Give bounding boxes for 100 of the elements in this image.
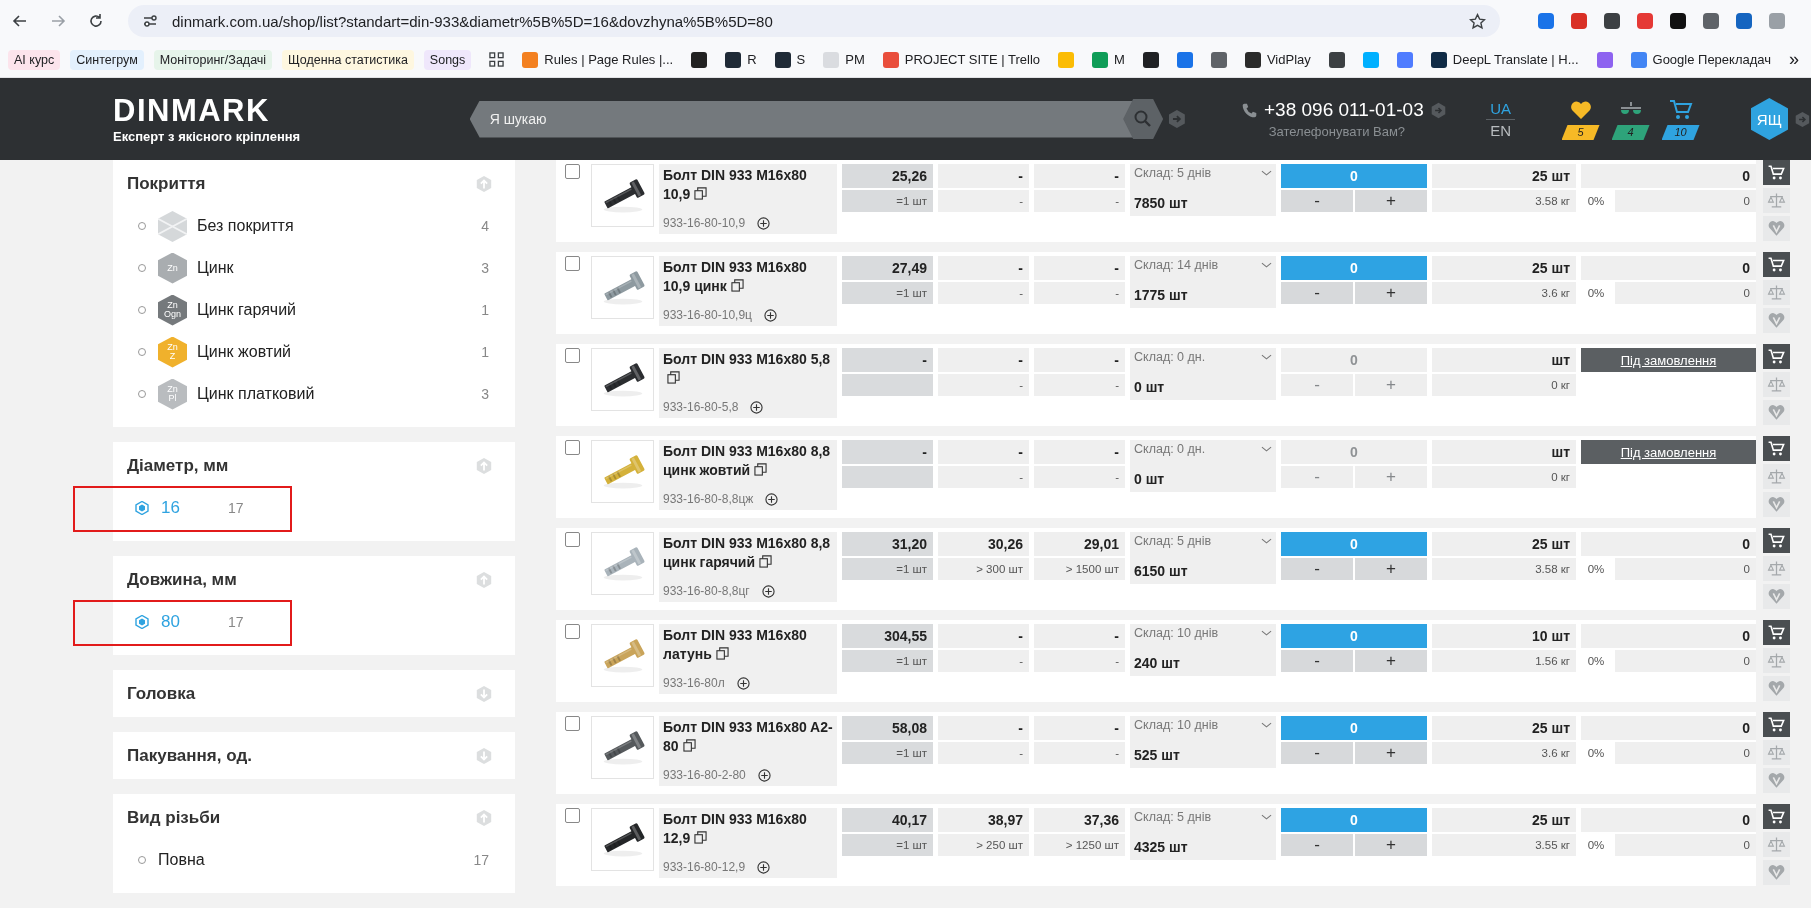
callback-link[interactable]: Зателефонувати Вам? (1268, 124, 1406, 139)
filter-title[interactable]: Пакування, од. (127, 746, 252, 766)
filter-title[interactable]: Покриття (127, 174, 206, 194)
price-cell: 37,36 (1034, 808, 1125, 832)
bookmark[interactable]: Rules | Page Rules |... (522, 51, 674, 68)
option-count: 17 (227, 614, 244, 630)
language-option[interactable]: UA (1486, 97, 1516, 120)
increase-button[interactable]: + (1355, 282, 1427, 304)
warehouse-label[interactable]: Склад: 5 днів (1134, 166, 1212, 180)
option-count: 17 (227, 500, 244, 516)
decrease-button[interactable]: - (1281, 834, 1353, 856)
search-field[interactable]: Я шукаю (469, 100, 1134, 138)
product-code: 933-16-80-10,9ц (663, 308, 752, 322)
phone-number[interactable]: +38 096 011-01-03 (1264, 99, 1424, 121)
bookmark-chip[interactable]: AI курс (8, 49, 61, 70)
warehouse-label[interactable]: Склад: 0 дн. (1134, 350, 1206, 364)
filter-option[interactable]: Цинк платковий (197, 385, 315, 403)
filter-option[interactable]: Повна (158, 851, 205, 869)
bookmark[interactable]: Google Перекладач (1630, 51, 1772, 68)
product-name-link[interactable]: Болт DIN 933 M16x80 10,9 цинк (663, 258, 833, 296)
increase-button[interactable]: + (1355, 558, 1427, 580)
pack-weight-cell: 1.56 кг (1432, 650, 1576, 672)
bookmark-chip[interactable]: Синтегрум (70, 49, 144, 70)
product-name-link[interactable]: Болт DIN 933 M16x80 5,8 (663, 350, 833, 388)
decrease-button[interactable]: - (1281, 282, 1353, 304)
stock-quantity: 4325 шт (1134, 839, 1189, 857)
total-cell: 0 (1581, 808, 1756, 832)
total-cell: 0 (1581, 256, 1756, 280)
product-name-link[interactable]: Болт DIN 933 M16x80 латунь (663, 626, 833, 664)
increase-button[interactable]: + (1355, 190, 1427, 212)
stock-quantity: 525 шт (1134, 747, 1181, 765)
tier-quantity-cell: - (1034, 466, 1125, 488)
tier-quantity-cell: - (1034, 282, 1125, 304)
warehouse-label[interactable]: Склад: 10 днів (1134, 626, 1219, 640)
tier-quantity-cell: =1 шт (842, 834, 933, 856)
filter-title[interactable]: Вид різьби (127, 808, 221, 828)
filter-title[interactable]: Головка (127, 684, 196, 704)
warehouse-label[interactable]: Склад: 14 днів (1134, 258, 1219, 272)
decrease-button[interactable]: - (1281, 650, 1353, 672)
pack-size-cell: 25 шт (1432, 256, 1576, 280)
address-bar[interactable]: dinmark.com.ua/shop/list?standart=din-933&diametr%5B%5D=16&dovzhyna%5B%5D=80 (128, 5, 1500, 37)
filter-option[interactable]: Без покриття (197, 217, 294, 235)
price-cell: - (938, 164, 1029, 188)
pre-order-button[interactable]: Під замовлення (1581, 348, 1756, 372)
price-cell: - (842, 440, 933, 464)
price-cell: - (1034, 440, 1125, 464)
stock-quantity: 7850 шт (1134, 195, 1189, 213)
bookmark[interactable]: PROJECT SITE | Trello (882, 51, 1041, 68)
option-count: 1 (481, 344, 489, 360)
price-cell: - (938, 348, 1029, 372)
product-name-link[interactable]: Болт DIN 933 M16x80 A2-80 (663, 718, 833, 756)
decrease-button[interactable]: - (1281, 742, 1353, 764)
decrease-button[interactable]: - (1281, 190, 1353, 212)
pack-size-cell: 25 шт (1432, 532, 1576, 556)
filter-option[interactable]: Цинк гарячий (197, 301, 297, 319)
tier-quantity-cell: - (1034, 374, 1125, 396)
bookmark-chip[interactable]: Моніторинг/Задачі (153, 49, 273, 70)
filter-option[interactable]: Цинк (197, 259, 234, 277)
tier-quantity-cell: > 1250 шт (1034, 834, 1125, 856)
language-option[interactable]: EN (1486, 119, 1516, 141)
increase-button[interactable]: + (1355, 650, 1427, 672)
bookmark-chip[interactable]: Songs (423, 49, 472, 70)
count-badge: 10 (1661, 125, 1700, 140)
bookmark[interactable]: M (1092, 51, 1125, 68)
bookmark-chip[interactable]: Щоденна статистика (282, 49, 414, 70)
increase-button[interactable]: + (1355, 742, 1427, 764)
product-name-link[interactable]: Болт DIN 933 M16x80 8,8 цинк жовтий (663, 442, 833, 480)
bookmark[interactable]: S (774, 51, 806, 68)
price-cell: 29,01 (1034, 532, 1125, 556)
product-code: 933-16-80-8,8цг (663, 584, 750, 598)
count-badge: 5 (1561, 125, 1600, 140)
bookmark[interactable]: VidPlay (1244, 51, 1311, 68)
tier-quantity-cell: - (938, 650, 1029, 672)
filter-title[interactable]: Діаметр, мм (127, 456, 229, 476)
pre-order-button[interactable]: Під замовлення (1581, 440, 1756, 464)
bookmark[interactable]: R (725, 51, 757, 68)
decrease-button[interactable]: - (1281, 558, 1353, 580)
filter-title[interactable]: Довжина, мм (127, 570, 237, 590)
filter-option[interactable]: Цинк жовтий (197, 343, 291, 361)
tier-quantity-cell: > 250 шт (938, 834, 1029, 856)
coating-badge: Zn (158, 252, 187, 284)
increase-button[interactable]: + (1355, 834, 1427, 856)
tier-quantity-cell: =1 шт (842, 742, 933, 764)
pack-weight-cell: 3.6 кг (1432, 742, 1576, 764)
product-name-link[interactable]: Болт DIN 933 M16x80 10,9 (663, 166, 833, 204)
pack-size-cell: шт (1432, 440, 1576, 464)
warehouse-label[interactable]: Склад: 5 днів (1134, 810, 1212, 824)
product-name-link[interactable]: Болт DIN 933 M16x80 12,9 (663, 810, 833, 848)
pack-size-cell: шт (1432, 348, 1576, 372)
product-name-link[interactable]: Болт DIN 933 M16x80 8,8 цинк гарячий (663, 534, 833, 572)
bookmark[interactable]: DeepL Translate | H... (1430, 51, 1579, 68)
more-bookmarks-button[interactable]: » (1789, 49, 1800, 70)
bookmark[interactable]: PM (823, 51, 865, 68)
price-cell: - (938, 440, 1029, 464)
warehouse-label[interactable]: Склад: 10 днів (1134, 718, 1219, 732)
logo[interactable]: DINMARK (113, 94, 470, 127)
warehouse-label[interactable]: Склад: 0 дн. (1134, 442, 1206, 456)
warehouse-label[interactable]: Склад: 5 днів (1134, 534, 1212, 548)
total-cell: 0 (1581, 624, 1756, 648)
price-cell: 30,26 (938, 532, 1029, 556)
